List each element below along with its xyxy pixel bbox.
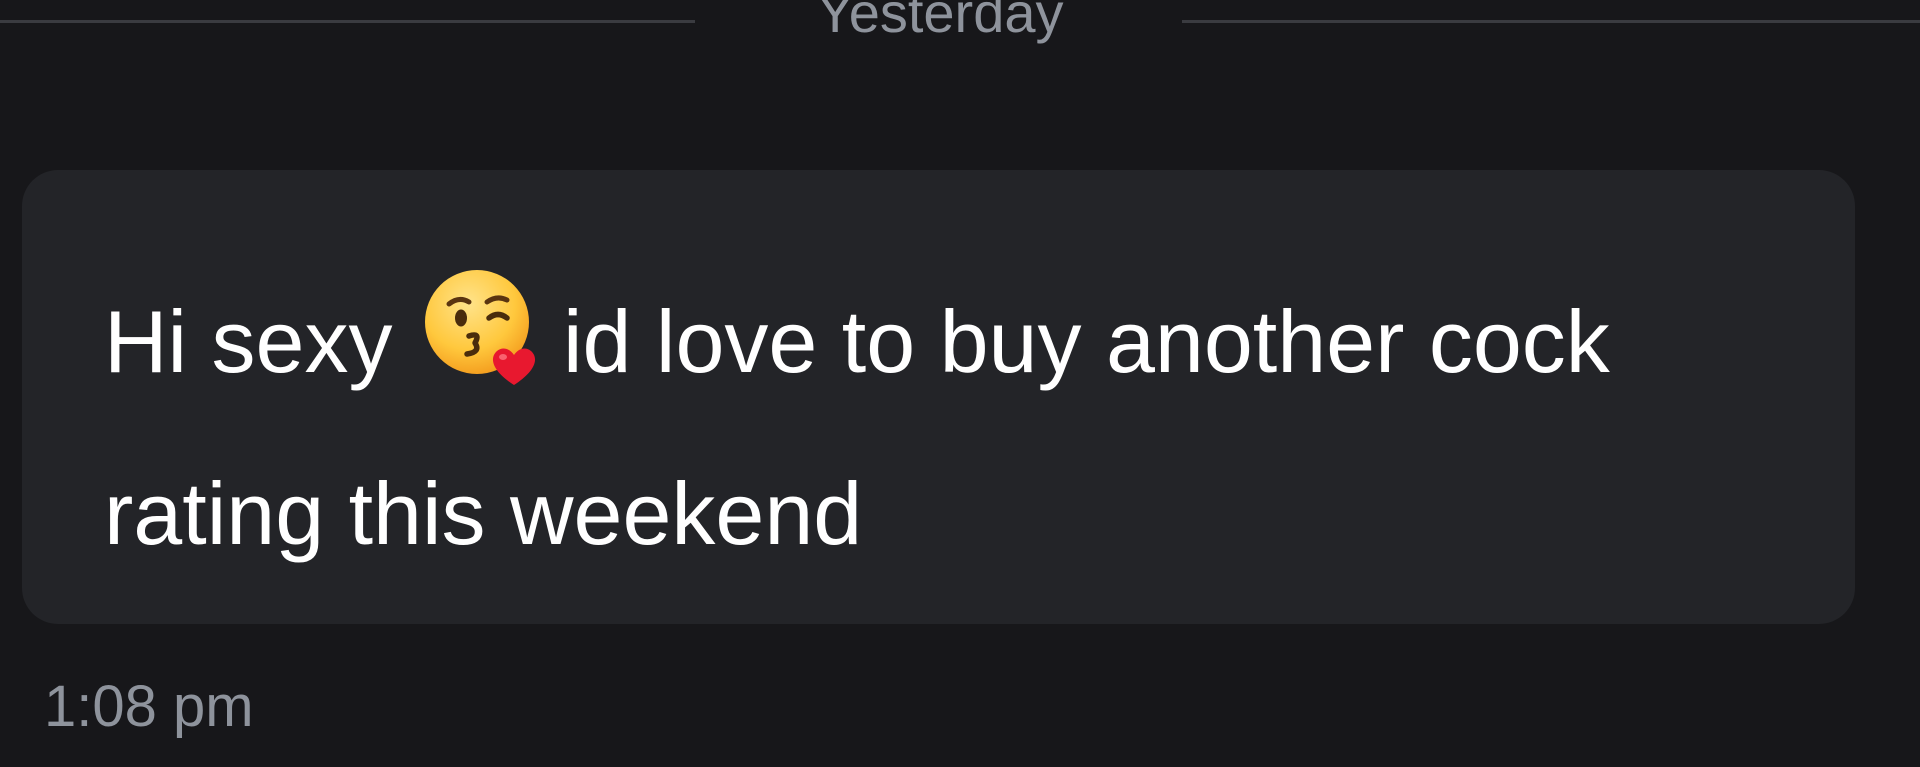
chat-screen: Yesterday Hi sexy id love to buy another… [0,0,1920,767]
message-text-start: Hi sexy [104,292,393,391]
date-divider-label: Yesterday [816,0,1064,44]
divider-line-right [1182,20,1920,23]
face-blowing-a-kiss-icon [419,262,543,435]
divider-line-left [0,20,695,23]
message-timestamp: 1:08 pm [44,674,254,739]
message-bubble[interactable]: Hi sexy id love to buy another cock rati… [22,170,1855,624]
date-divider: Yesterday [0,0,1920,50]
message-text: Hi sexy id love to buy another cock rati… [104,262,1704,593]
